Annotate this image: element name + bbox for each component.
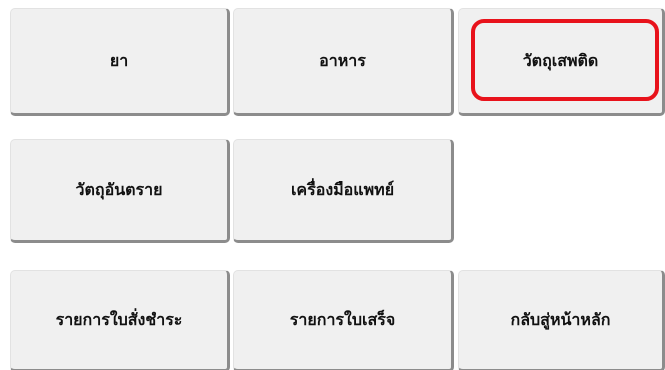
receipts-button[interactable]: รายการใบเสร็จ [233, 270, 454, 370]
food-button-label: อาหาร [319, 50, 366, 70]
payment-orders-button-label: รายการใบสั่งชำระ [55, 309, 183, 329]
payment-orders-button[interactable]: รายการใบสั่งชำระ [10, 270, 230, 370]
narcotics-button[interactable]: วัตถุเสพติด [458, 8, 665, 116]
back-to-home-button[interactable]: กลับสู่หน้าหลัก [458, 270, 665, 370]
narcotics-button-label: วัตถุเสพติด [522, 50, 599, 70]
medical-devices-button-label: เครื่องมือแพทย์ [290, 179, 395, 199]
back-to-home-button-label: กลับสู่หน้าหลัก [510, 309, 611, 329]
receipts-button-label: รายการใบเสร็จ [289, 309, 396, 329]
hazardous-substances-button[interactable]: วัตถุอันตราย [10, 139, 230, 243]
medical-devices-button[interactable]: เครื่องมือแพทย์ [233, 139, 454, 243]
food-button[interactable]: อาหาร [233, 8, 454, 116]
hazardous-substances-button-label: วัตถุอันตราย [75, 179, 163, 199]
drug-button-label: ยา [109, 50, 129, 70]
menu-grid: ยา อาหาร วัตถุเสพติด วัตถุอันตราย เครื่อ… [0, 0, 665, 370]
drug-button[interactable]: ยา [10, 8, 230, 116]
